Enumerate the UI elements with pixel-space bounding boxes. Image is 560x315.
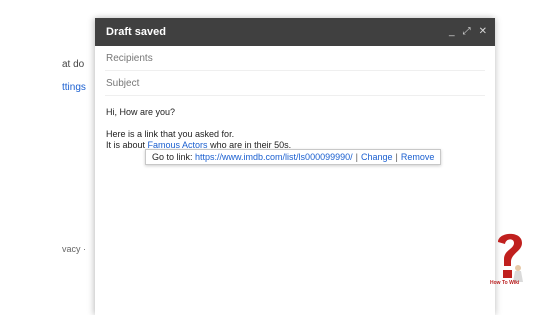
tooltip-separator: | xyxy=(355,152,358,162)
compose-titlebar[interactable]: Draft saved _ ⤢ ✕ xyxy=(95,18,495,46)
watermark-text: How To Wiki xyxy=(490,280,520,286)
compose-window: Draft saved _ ⤢ ✕ Recipients Subject Hi,… xyxy=(95,18,495,315)
expand-icon[interactable]: ⤢ xyxy=(463,27,471,37)
recipients-placeholder: Recipients xyxy=(106,52,153,64)
body-line-1: Here is a link that you asked for. xyxy=(106,129,235,139)
tooltip-prefix: Go to link: xyxy=(152,152,196,162)
minimize-icon[interactable]: _ xyxy=(449,27,455,37)
close-icon[interactable]: ✕ xyxy=(479,27,487,37)
tooltip-separator: | xyxy=(395,152,398,162)
link-tooltip: Go to link: https://www.imdb.com/list/ls… xyxy=(145,149,442,165)
background-privacy-fragment: vacy · xyxy=(62,244,87,254)
change-link-button[interactable]: Change xyxy=(361,152,393,162)
compose-title: Draft saved xyxy=(106,26,166,38)
message-body[interactable]: Hi, How are you? Here is a link that you… xyxy=(95,96,495,165)
background-text-fragment: at do xyxy=(62,59,85,70)
body-line-2-prefix: It is about xyxy=(106,140,148,150)
remove-link-button[interactable]: Remove xyxy=(401,152,435,162)
window-controls: _ ⤢ ✕ xyxy=(449,27,487,37)
body-greeting: Hi, How are you? xyxy=(106,107,176,117)
background-settings-link[interactable]: ttings xyxy=(62,82,96,93)
subject-field[interactable]: Subject xyxy=(105,71,485,96)
subject-placeholder: Subject xyxy=(106,77,140,89)
recipients-field[interactable]: Recipients xyxy=(105,46,485,71)
tooltip-url-link[interactable]: https://www.imdb.com/list/ls000099990/ xyxy=(195,152,353,162)
